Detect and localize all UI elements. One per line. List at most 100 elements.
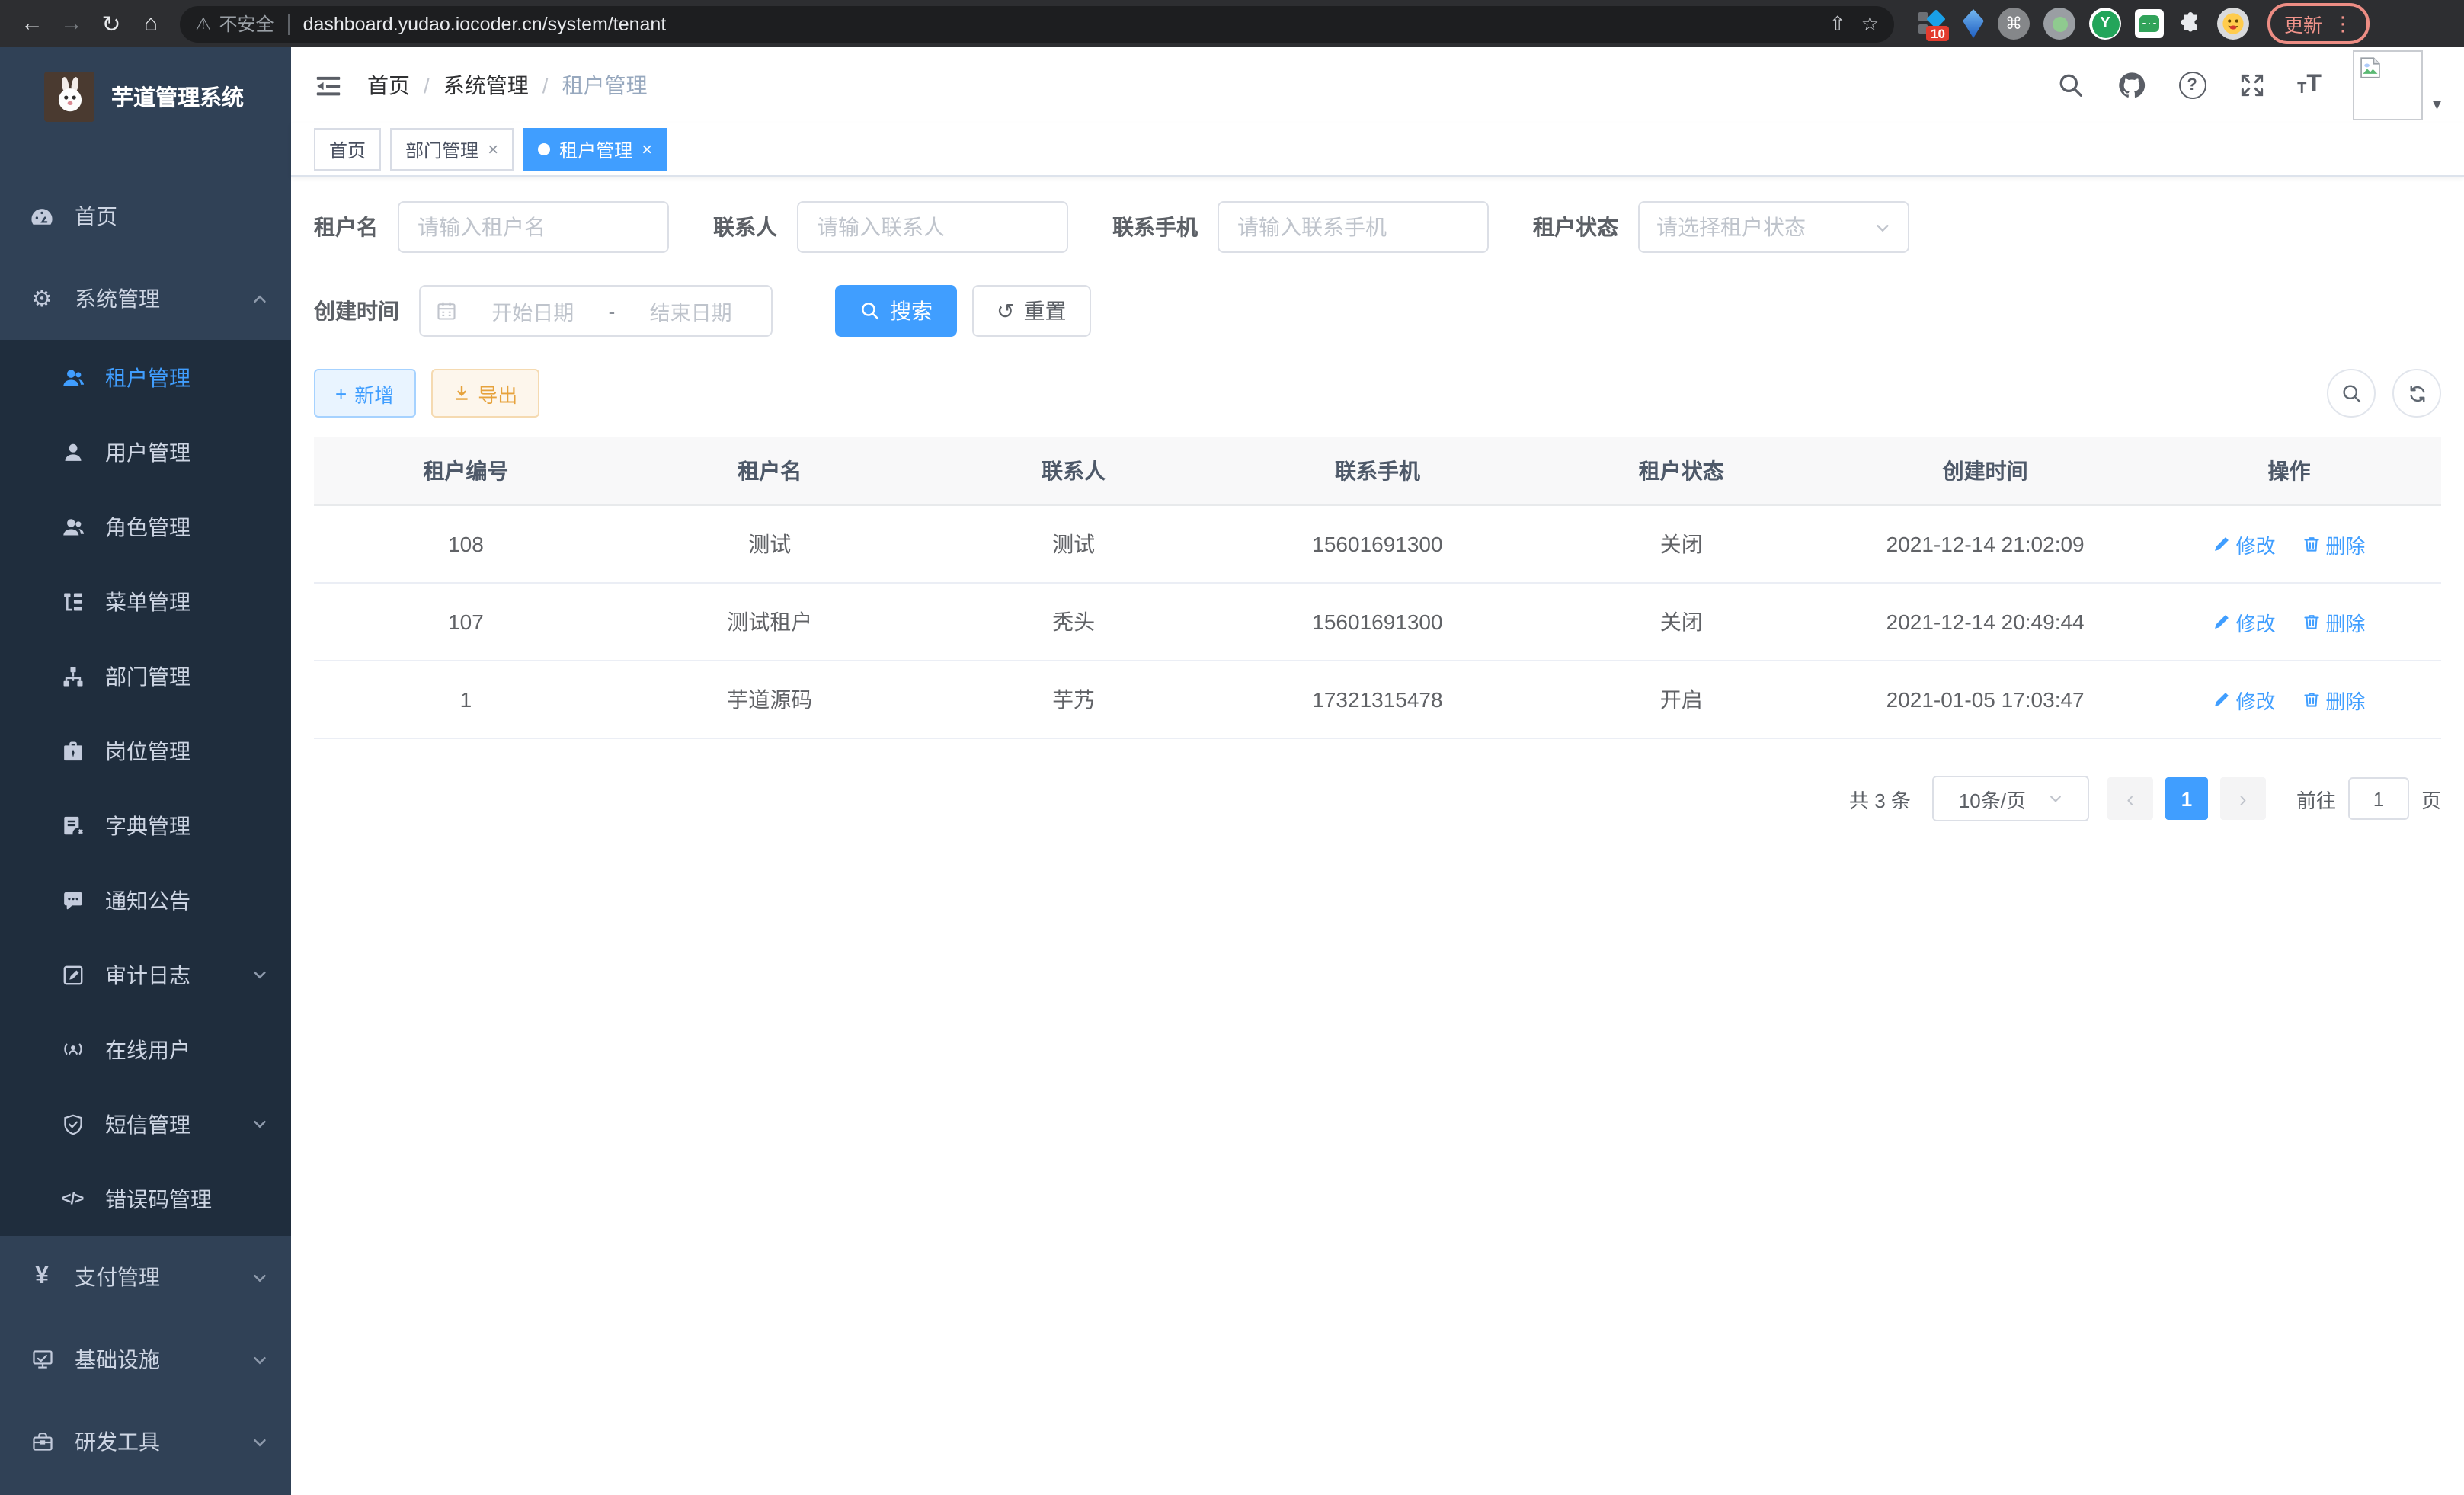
col-created: 创建时间 xyxy=(1833,437,2137,505)
tab-home[interactable]: 首页 xyxy=(314,128,381,171)
goto-page-input[interactable] xyxy=(2348,777,2409,820)
sidebar-item-label: 通知公告 xyxy=(105,885,190,915)
table-settings xyxy=(2327,369,2441,418)
cell-contact: 测试 xyxy=(922,505,1226,583)
sidebar-item-menu[interactable]: 菜单管理 xyxy=(0,564,291,639)
prev-page-button[interactable]: ‹ xyxy=(2107,777,2153,820)
date-range-separator: - xyxy=(609,299,616,322)
user-avatar-menu[interactable]: ▾ xyxy=(2354,50,2441,120)
contact-input[interactable] xyxy=(797,201,1068,253)
sidebar-item-notice[interactable]: 通知公告 xyxy=(0,863,291,937)
recorder-extension-icon[interactable] xyxy=(2043,8,2075,40)
edit-link[interactable]: 修改 xyxy=(2213,607,2276,636)
breadcrumb-system[interactable]: 系统管理 xyxy=(443,70,529,101)
browser-reload-icon[interactable]: ↻ xyxy=(91,4,131,43)
command-extension-icon[interactable]: ⌘ xyxy=(1998,8,2030,40)
sidebar-item-user[interactable]: 用户管理 xyxy=(0,415,291,489)
edit-link[interactable]: 修改 xyxy=(2213,530,2276,559)
plus-icon: + xyxy=(335,382,347,405)
sidebar-menu: 首页 ⚙ 系统管理 租户管理 xyxy=(0,145,291,1483)
mobile-input[interactable] xyxy=(1218,201,1489,253)
balloon-extension-icon[interactable] xyxy=(1963,9,1984,38)
export-button[interactable]: 导出 xyxy=(430,369,539,418)
share-icon[interactable]: ⇧ xyxy=(1829,11,1846,36)
font-size-small-glyph: T xyxy=(2297,82,2306,98)
sidebar-item-home[interactable]: 首页 xyxy=(0,175,291,258)
browser-menu-icon[interactable]: ⋮ xyxy=(2333,11,2353,36)
sidebar-collapse-icon[interactable] xyxy=(314,71,343,100)
tab-close-icon[interactable]: × xyxy=(642,139,652,160)
edit-link[interactable]: 修改 xyxy=(2213,685,2276,714)
toggle-search-button[interactable] xyxy=(2327,369,2376,418)
browser-back-icon[interactable]: ← xyxy=(12,4,52,43)
filter-contact: 联系人 xyxy=(713,201,1068,253)
sidebar-item-online-user[interactable]: 在线用户 xyxy=(0,1012,291,1087)
sidebar-item-audit-log[interactable]: 审计日志 xyxy=(0,937,291,1012)
browser-forward-icon[interactable]: → xyxy=(52,4,91,43)
sidebar-item-dict[interactable]: 字典管理 xyxy=(0,788,291,863)
emoji-extension-icon[interactable] xyxy=(2217,8,2249,40)
chevron-down-icon xyxy=(2047,791,2062,806)
tenant-users-icon xyxy=(59,364,85,390)
shield-check-icon xyxy=(59,1111,85,1137)
tab-close-icon[interactable]: × xyxy=(488,139,498,160)
sidebar-item-role[interactable]: 角色管理 xyxy=(0,489,291,564)
calendar-icon xyxy=(436,300,457,322)
site-security[interactable]: ⚠ 不安全 xyxy=(195,11,274,37)
refresh-button[interactable] xyxy=(2392,369,2441,418)
y-extension-icon[interactable]: Y xyxy=(2089,8,2121,40)
search-icon[interactable] xyxy=(2056,72,2084,99)
search-button[interactable]: 搜索 xyxy=(835,285,957,337)
delete-label: 删除 xyxy=(2325,685,2365,714)
sidebar-logo[interactable]: 芋道管理系统 xyxy=(0,47,291,145)
puzzle-extensions-icon[interactable] xyxy=(2178,11,2203,37)
delete-link[interactable]: 删除 xyxy=(2302,530,2365,559)
search-button-label: 搜索 xyxy=(890,296,933,326)
chat-extension-icon[interactable] xyxy=(2135,9,2164,38)
trash-icon xyxy=(2302,535,2321,553)
cell-tenant-name: 测试 xyxy=(618,505,922,583)
breadcrumb-home[interactable]: 首页 xyxy=(367,70,410,101)
tenant-name-label: 租户名 xyxy=(314,212,378,242)
sidebar-item-devtools[interactable]: 研发工具 xyxy=(0,1401,291,1483)
status-select[interactable]: 请选择租户状态 xyxy=(1638,201,1909,253)
tab-tenant[interactable]: 租户管理 × xyxy=(523,128,667,171)
current-page-button[interactable]: 1 xyxy=(2165,777,2208,820)
sidebar-item-errcode[interactable]: </> 错误码管理 xyxy=(0,1161,291,1236)
sidebar-item-infra[interactable]: 基础设施 xyxy=(0,1318,291,1401)
github-icon[interactable] xyxy=(2116,70,2146,101)
add-button[interactable]: + 新增 xyxy=(314,369,415,418)
fullscreen-icon[interactable] xyxy=(2238,72,2265,99)
address-bar[interactable]: ⚠ 不安全 dashboard.yudao.iocoder.cn/system/… xyxy=(180,5,1894,42)
delete-link[interactable]: 删除 xyxy=(2302,685,2365,714)
date-range-picker[interactable]: 开始日期 - 结束日期 xyxy=(419,285,773,337)
page-size-select[interactable]: 10条/页 xyxy=(1932,776,2089,821)
page-content: 租户名 联系人 联系手机 租户状态 请选择租户状态 xyxy=(291,177,2464,1495)
sidebar-item-dept[interactable]: 部门管理 xyxy=(0,639,291,713)
sidebar-item-tenant[interactable]: 租户管理 xyxy=(0,340,291,415)
tenant-name-input[interactable] xyxy=(398,201,669,253)
font-size-icon[interactable]: TT xyxy=(2297,73,2322,98)
chevron-up-icon xyxy=(251,290,268,307)
sidebar-item-sms[interactable]: 短信管理 xyxy=(0,1087,291,1161)
sidebar: 芋道管理系统 首页 ⚙ 系统管理 xyxy=(0,47,291,1495)
sidebar-item-pay[interactable]: ¥ 支付管理 xyxy=(0,1236,291,1318)
sidebar-item-post[interactable]: 岗位管理 xyxy=(0,713,291,788)
help-icon[interactable]: ? xyxy=(2178,72,2206,99)
cell-tenant-id: 107 xyxy=(314,583,618,661)
address-divider xyxy=(288,13,290,34)
reset-button[interactable]: ↺ 重置 xyxy=(972,285,1090,337)
next-page-button[interactable]: › xyxy=(2220,777,2266,820)
bookmark-star-icon[interactable]: ☆ xyxy=(1861,11,1879,36)
delete-link[interactable]: 删除 xyxy=(2302,607,2365,636)
dashboard-icon xyxy=(29,203,55,229)
trash-icon xyxy=(2302,613,2321,631)
sidebar-item-label: 支付管理 xyxy=(75,1262,160,1292)
browser-home-icon[interactable]: ⌂ xyxy=(131,4,171,43)
sidebar-item-label: 用户管理 xyxy=(105,437,190,467)
kanban-extension-icon[interactable]: 10 xyxy=(1915,8,1949,39)
browser-update-button[interactable]: 更新 ⋮ xyxy=(2267,3,2370,44)
tab-dept[interactable]: 部门管理 × xyxy=(390,128,514,171)
cell-actions: 修改 删除 xyxy=(2137,505,2441,583)
sidebar-item-system[interactable]: ⚙ 系统管理 xyxy=(0,258,291,340)
